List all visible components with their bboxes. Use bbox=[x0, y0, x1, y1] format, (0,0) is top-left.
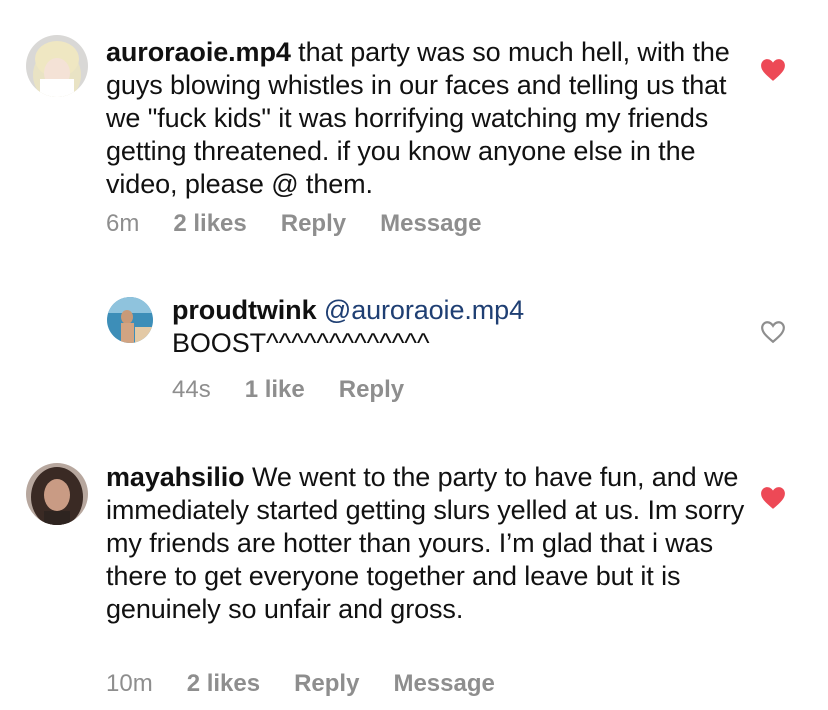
comment-username[interactable]: proudtwink bbox=[172, 295, 317, 325]
comment-text: mayahsilio We went to the party to have … bbox=[106, 461, 746, 626]
likes-count[interactable]: 1 like bbox=[245, 376, 305, 404]
avatar[interactable] bbox=[107, 297, 153, 343]
comment-body: BOOST^^^^^^^^^^^^^ bbox=[172, 328, 430, 358]
heart-outline-icon[interactable] bbox=[760, 320, 786, 344]
reply-button[interactable]: Reply bbox=[281, 210, 346, 238]
likes-count[interactable]: 2 likes bbox=[187, 670, 260, 698]
heart-filled-icon[interactable] bbox=[760, 486, 786, 510]
comment-text: proudtwink @auroraoie.mp4 BOOST^^^^^^^^^… bbox=[172, 294, 732, 360]
avatar[interactable] bbox=[26, 463, 88, 525]
comment-text: auroraoie.mp4 that party was so much hel… bbox=[106, 36, 746, 201]
comment-timestamp: 10m bbox=[106, 670, 153, 697]
comment-username[interactable]: auroraoie.mp4 bbox=[106, 37, 291, 67]
avatar[interactable] bbox=[26, 35, 88, 97]
reply-button[interactable]: Reply bbox=[294, 670, 359, 698]
message-button[interactable]: Message bbox=[380, 210, 481, 238]
comment-timestamp: 6m bbox=[106, 210, 140, 237]
mention-link[interactable]: @auroraoie.mp4 bbox=[324, 295, 524, 325]
reply-button[interactable]: Reply bbox=[339, 376, 404, 404]
message-button[interactable]: Message bbox=[393, 670, 494, 698]
comment-username[interactable]: mayahsilio bbox=[106, 462, 245, 492]
comment-timestamp: 44s bbox=[172, 376, 211, 403]
comment-actions: 10m 2 likes Reply Message bbox=[106, 670, 495, 698]
heart-filled-icon[interactable] bbox=[760, 58, 786, 82]
comment-actions: 44s 1 like Reply bbox=[172, 376, 404, 404]
comment-actions: 6m 2 likes Reply Message bbox=[106, 210, 482, 238]
likes-count[interactable]: 2 likes bbox=[173, 210, 246, 238]
